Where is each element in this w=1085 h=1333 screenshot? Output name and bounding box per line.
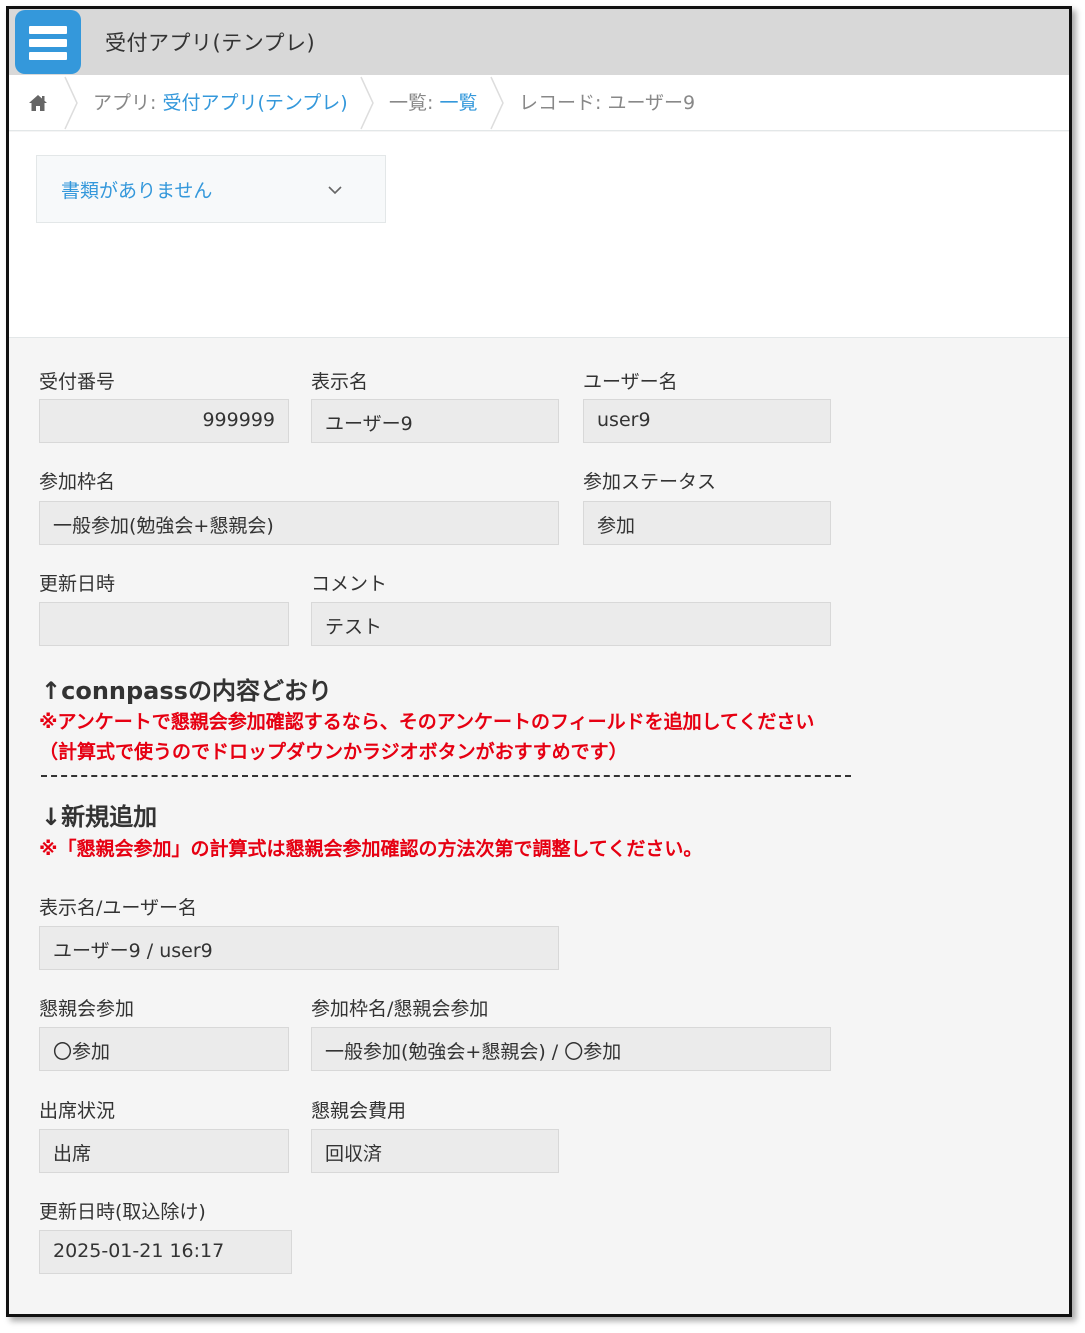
breadcrumb-app-prefix: アプリ: xyxy=(93,92,163,114)
attendance-label: 出席状況 xyxy=(39,1100,116,1122)
breadcrumb-list[interactable]: 一覧: 一覧 xyxy=(389,88,477,115)
frame-party-label: 参加枠名/懇親会参加 xyxy=(311,998,489,1020)
breadcrumb-list-prefix: 一覧: xyxy=(389,92,440,114)
app-title: 受付アプリ(テンプレ) xyxy=(105,31,316,55)
app-list-icon[interactable] xyxy=(15,10,81,74)
user-name-label: ユーザー名 xyxy=(583,371,678,393)
comment-label: コメント xyxy=(311,573,388,595)
attendance-field[interactable]: 出席 xyxy=(39,1129,289,1173)
documents-dropdown[interactable]: 書類がありません xyxy=(36,155,386,223)
updated-import-field[interactable]: 2025-01-21 16:17 xyxy=(39,1230,292,1274)
breadcrumb-record: レコード: ユーザー9 xyxy=(519,92,696,114)
breadcrumb-list-link[interactable]: 一覧 xyxy=(439,92,477,114)
display-user-field[interactable]: ユーザー9 / user9 xyxy=(39,926,559,970)
chevron-right-icon xyxy=(64,76,78,130)
comment-field[interactable]: テスト xyxy=(311,602,831,646)
app-window: 受付アプリ(テンプレ) アプリ: 受付アプリ(テンプレ) 一覧: 一覧 レコード… xyxy=(6,6,1072,1317)
party-field[interactable]: 〇参加 xyxy=(39,1027,289,1071)
reception-no-label: 受付番号 xyxy=(39,371,116,393)
status-field[interactable]: 参加 xyxy=(583,501,831,545)
frame-name-field[interactable]: 一般参加(勉強会+懇親会) xyxy=(39,501,559,545)
breadcrumb-app-link[interactable]: 受付アプリ(テンプレ) xyxy=(162,92,347,114)
party-fee-label: 懇親会費用 xyxy=(311,1100,407,1122)
section-divider xyxy=(41,775,851,777)
chevron-right-icon xyxy=(490,76,504,130)
connpass-note-1: ※アンケートで懇親会参加確認するなら、そのアンケートのフィールドを追加してくださ… xyxy=(39,711,815,733)
status-label: 参加ステータス xyxy=(583,471,717,493)
documents-dropdown-value: 書類がありません xyxy=(61,180,213,202)
party-fee-field[interactable]: 回収済 xyxy=(311,1129,559,1173)
display-name-label: 表示名 xyxy=(311,371,369,393)
updated-at-field[interactable] xyxy=(39,602,289,646)
frame-name-label: 参加枠名 xyxy=(39,471,116,493)
user-name-field[interactable]: user9 xyxy=(583,399,831,443)
new-note: ※「懇親会参加」の計算式は懇親会参加確認の方法次第で調整してください。 xyxy=(39,838,703,860)
party-label: 懇親会参加 xyxy=(39,998,135,1020)
updated-at-label: 更新日時 xyxy=(39,573,116,595)
breadcrumb-app[interactable]: アプリ: 受付アプリ(テンプレ) xyxy=(93,88,348,115)
reception-no-field[interactable]: 999999 xyxy=(39,399,289,443)
record-toolbar-area: 書類がありません xyxy=(9,132,1069,338)
connpass-note-2: （計算式で使うのでドロップダウンかラジオボタンがおすすめです） xyxy=(39,741,628,763)
display-user-label: 表示名/ユーザー名 xyxy=(39,897,198,919)
home-icon[interactable] xyxy=(27,92,49,114)
chevron-right-icon xyxy=(360,76,374,130)
frame-party-field[interactable]: 一般参加(勉強会+懇親会) / 〇参加 xyxy=(311,1027,831,1071)
updated-import-label: 更新日時(取込除け) xyxy=(39,1201,206,1223)
breadcrumb: アプリ: 受付アプリ(テンプレ) 一覧: 一覧 レコード: ユーザー9 xyxy=(9,75,1069,131)
chevron-down-icon xyxy=(328,186,342,195)
new-heading: ↓新規追加 xyxy=(41,803,158,831)
connpass-heading: ↑connpassの内容どおり xyxy=(41,677,332,705)
display-name-field[interactable]: ユーザー9 xyxy=(311,399,559,443)
app-header: 受付アプリ(テンプレ) xyxy=(9,9,1069,75)
